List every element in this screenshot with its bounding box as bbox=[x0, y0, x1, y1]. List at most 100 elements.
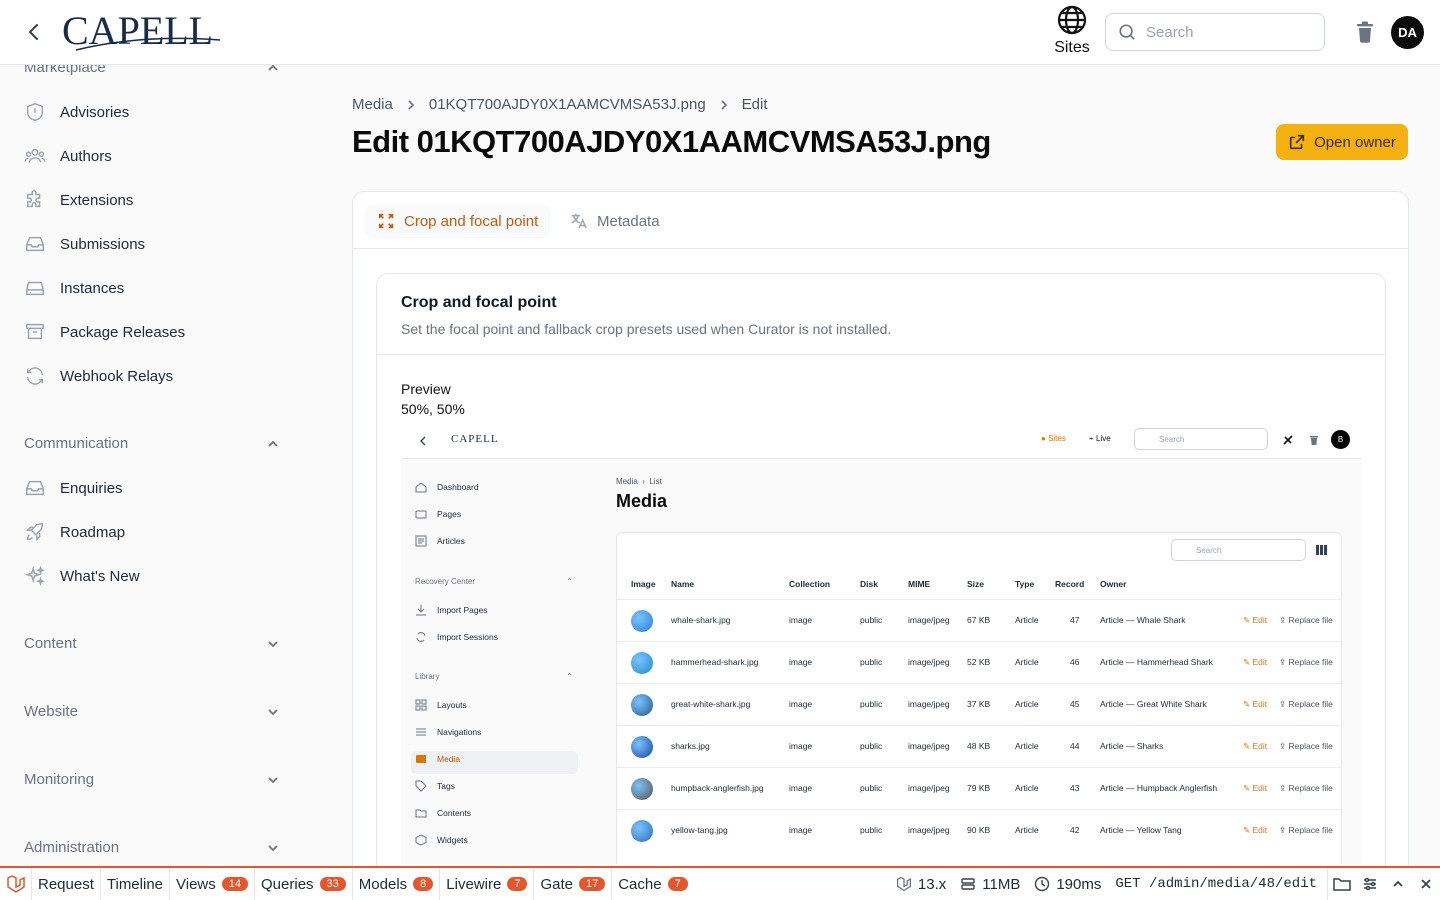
sidebar: Marketplace Advisories Authors Extension… bbox=[0, 65, 300, 866]
close-button[interactable] bbox=[1412, 868, 1440, 900]
sidebar-item-enquiries[interactable]: Enquiries bbox=[24, 476, 123, 500]
debugbar-tab-timeline[interactable]: Timeline bbox=[101, 868, 171, 900]
cell-type: Article bbox=[1015, 783, 1039, 793]
group-label: Communication bbox=[24, 435, 129, 452]
preview-nav-navigations: Navigations bbox=[415, 726, 481, 738]
preview-nav-import-sessions: Import Sessions bbox=[415, 631, 498, 643]
cell-record: 43 bbox=[1070, 783, 1080, 793]
laravel-icon bbox=[896, 876, 911, 892]
breadcrumb-file[interactable]: 01KQT700AJDY0X1AAMCVMSA53J.png bbox=[429, 96, 706, 113]
cell-collection: image bbox=[789, 825, 813, 835]
sites-label: Sites bbox=[1054, 39, 1090, 56]
thumbnail bbox=[631, 778, 653, 800]
folder-button[interactable] bbox=[1328, 868, 1356, 900]
sidebar-group-administration[interactable]: Administration bbox=[24, 839, 280, 856]
preview-nav-dashboard: Dashboard bbox=[415, 481, 479, 493]
refresh-icon bbox=[26, 367, 44, 385]
row-replace-link: ⇪ Replace file bbox=[1279, 657, 1333, 667]
debugbar-stats: 13.x 11MB 190ms GET /admin/media/48/edit bbox=[896, 868, 1440, 900]
tab-crop-focal-point[interactable]: Crop and focal point bbox=[365, 204, 551, 238]
sidebar-item-extensions[interactable]: Extensions bbox=[24, 188, 133, 212]
count-badge: 33 bbox=[319, 877, 346, 891]
open-owner-button[interactable]: Open owner bbox=[1276, 124, 1408, 160]
table-row: humpback-anglerfish.jpg image public image/… bbox=[617, 767, 1341, 809]
cell-record: 44 bbox=[1070, 741, 1080, 751]
sidebar-group-marketplace[interactable]: Marketplace bbox=[24, 65, 280, 76]
open-owner-label: Open owner bbox=[1314, 133, 1396, 151]
chevron-up-icon bbox=[268, 65, 278, 71]
sidebar-item-submissions[interactable]: Submissions bbox=[24, 232, 145, 256]
sidebar-item-instances[interactable]: Instances bbox=[24, 276, 124, 300]
tab-metadata[interactable]: Metadata bbox=[558, 204, 672, 238]
sites-switcher[interactable]: Sites bbox=[1048, 4, 1096, 57]
sidebar-item-authors[interactable]: Authors bbox=[24, 144, 112, 168]
clock-icon bbox=[1035, 876, 1050, 892]
chevron-down-icon bbox=[268, 640, 278, 647]
home-icon bbox=[415, 482, 427, 493]
group-label: Monitoring bbox=[24, 771, 95, 788]
tab-label: Metadata bbox=[597, 212, 660, 230]
debugbar-time: 190ms bbox=[1034, 876, 1101, 893]
cell-type: Article bbox=[1015, 825, 1039, 835]
debugbar-logo[interactable] bbox=[0, 868, 32, 900]
breadcrumb-media[interactable]: Media bbox=[352, 96, 393, 113]
debugbar-tab-gate[interactable]: Gate 17 bbox=[534, 868, 613, 900]
cell-type: Article bbox=[1015, 699, 1039, 709]
sidebar-group-monitoring[interactable]: Monitoring bbox=[24, 771, 280, 788]
brand-logo[interactable]: CAPELL bbox=[62, 6, 224, 54]
folder-icon bbox=[415, 809, 427, 818]
cell-size: 79 KB bbox=[967, 783, 991, 793]
cell-record: 47 bbox=[1070, 615, 1080, 625]
sidebar-item-roadmap[interactable]: Roadmap bbox=[24, 520, 125, 544]
table-row: yellow-tang.jpg image public image/jpeg 90 K… bbox=[617, 809, 1341, 851]
debugbar-tab-views[interactable]: Views 14 bbox=[170, 868, 256, 900]
global-search[interactable] bbox=[1105, 13, 1325, 51]
section-title: Crop and focal point bbox=[401, 294, 557, 311]
sidebar-item-package-releases[interactable]: Package Releases bbox=[24, 320, 185, 344]
preview-search: Search bbox=[1134, 428, 1268, 450]
sidebar-group-content[interactable]: Content bbox=[24, 635, 280, 652]
chevron-up-icon bbox=[1393, 880, 1403, 887]
debugbar-tab-livewire[interactable]: Livewire 7 bbox=[440, 868, 535, 900]
page-title: Edit 01KQT700AJDY0X1AAMCVMSA53J.png bbox=[352, 124, 991, 159]
debugbar-tab-request[interactable]: Request bbox=[32, 868, 101, 900]
sidebar-item-label: Advisories bbox=[60, 103, 130, 121]
avatar[interactable]: DA bbox=[1391, 16, 1424, 49]
back-button[interactable] bbox=[22, 20, 46, 44]
debugbar-tab-queries[interactable]: Queries 33 bbox=[255, 868, 353, 900]
cell-name: sharks.jpg bbox=[671, 741, 710, 751]
trash-button[interactable] bbox=[1354, 20, 1376, 49]
search-input[interactable] bbox=[1146, 23, 1306, 41]
table-row: hammerhead-shark.jpg image public image/jpe… bbox=[617, 641, 1341, 683]
sidebar-group-website[interactable]: Website bbox=[24, 703, 280, 720]
sidebar-group-communication[interactable]: Communication bbox=[24, 435, 280, 452]
chevron-down-icon bbox=[268, 844, 278, 851]
expand-icon bbox=[378, 213, 394, 229]
pages-icon bbox=[415, 510, 427, 519]
trash-icon bbox=[1310, 436, 1318, 445]
image-preview[interactable]: CAPELL ● Sites ⌁ Live Search B Dashboard… bbox=[401, 424, 1361, 864]
sidebar-item-advisories[interactable]: Advisories bbox=[24, 100, 129, 124]
debugbar-memory: 11MB bbox=[960, 876, 1020, 893]
preview-group-recovery: Recovery Center ⌃ bbox=[415, 577, 573, 586]
table-row: sharks.jpg image public image/jpeg 48 KB Arti… bbox=[617, 725, 1341, 767]
sidebar-item-whats-new[interactable]: What's New bbox=[24, 564, 140, 588]
edit-card: Crop and focal point Metadata Crop and f… bbox=[352, 191, 1409, 891]
cell-disk: public bbox=[860, 783, 883, 793]
sidebar-item-webhook-relays[interactable]: Webhook Relays bbox=[24, 364, 173, 388]
count-badge: 7 bbox=[507, 877, 528, 891]
preview-label: Preview bbox=[401, 381, 451, 397]
image-icon bbox=[416, 755, 426, 763]
expand-button[interactable] bbox=[1384, 868, 1412, 900]
cell-name: great-white-shark.jpg bbox=[671, 699, 751, 709]
debugbar-tab-models[interactable]: Models 8 bbox=[353, 868, 441, 900]
cell-disk: public bbox=[860, 615, 883, 625]
debugbar-tab-cache[interactable]: Cache 7 bbox=[612, 868, 693, 900]
inbox-icon bbox=[26, 236, 44, 252]
cell-mime: image/jpeg bbox=[908, 783, 950, 793]
shield-icon bbox=[26, 102, 44, 122]
settings-button[interactable] bbox=[1356, 868, 1384, 900]
debug-bar: Request Timeline Views 14 Queries 33 Model… bbox=[0, 866, 1440, 900]
puzzle-icon bbox=[26, 190, 41, 208]
preview-col-size: Size bbox=[967, 579, 985, 589]
